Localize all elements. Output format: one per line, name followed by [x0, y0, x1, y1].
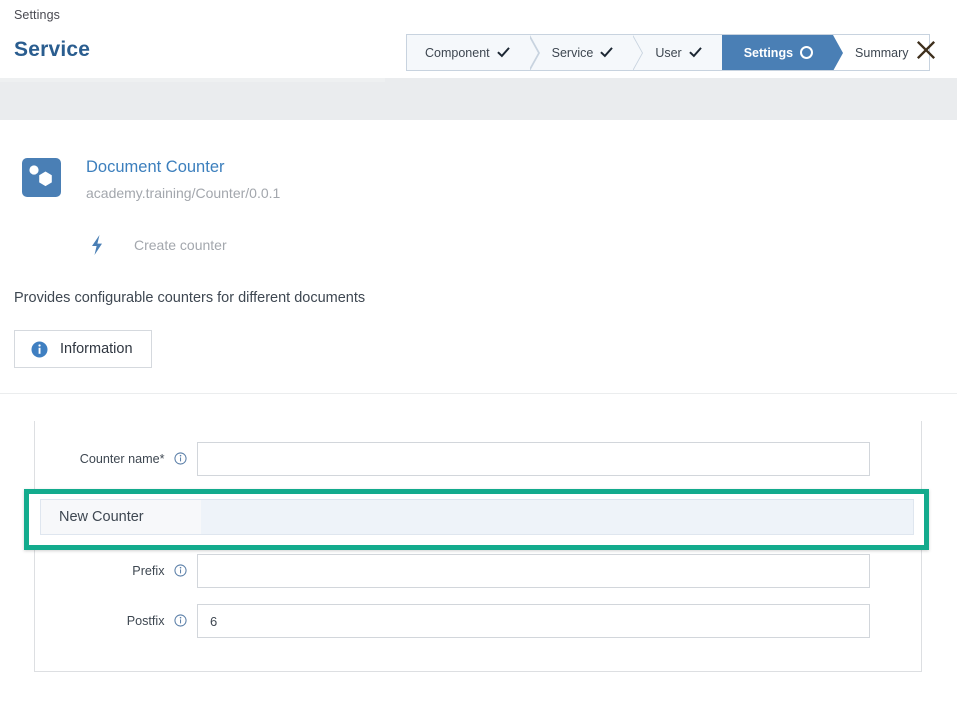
information-button[interactable]: Information	[14, 330, 152, 368]
wizard-steps: Component Service User Settings Summary	[406, 34, 930, 71]
section-divider	[0, 393, 957, 394]
wizard-step-service[interactable]: Service	[529, 35, 644, 70]
check-icon	[496, 46, 510, 59]
check-icon	[688, 46, 702, 59]
close-icon	[915, 39, 937, 66]
counter-name-label: Counter name*	[1, 452, 197, 466]
service-action: Create counter	[88, 234, 227, 256]
field-row-prefix: Prefix	[1, 554, 870, 588]
circle-icon	[800, 46, 814, 59]
info-outline-icon[interactable]	[174, 452, 187, 465]
close-button[interactable]	[912, 38, 940, 66]
service-identity-row: Document Counter academy.training/Counte…	[0, 120, 957, 368]
postfix-label-text: Postfix	[126, 614, 165, 628]
page-header: Settings Service Component Service User	[0, 0, 957, 78]
prefix-input[interactable]	[197, 554, 870, 588]
toolbar-band-tint	[0, 78, 385, 82]
wizard-step-settings-label: Settings	[743, 45, 794, 60]
service-settings-page: Settings Service Component Service User	[0, 0, 957, 705]
page-title: Service	[14, 38, 91, 61]
wizard-step-user-label: User	[655, 45, 682, 60]
check-icon	[600, 46, 614, 59]
lightning-bolt-icon	[88, 234, 106, 256]
service-name: Document Counter	[86, 158, 225, 176]
wizard-step-service-label: Service	[551, 45, 594, 60]
information-button-label: Information	[60, 341, 133, 357]
autocomplete-suggestion[interactable]: New Counter	[40, 499, 914, 535]
service-identifier: academy.training/Counter/0.0.1	[86, 185, 281, 201]
toolbar-band	[0, 78, 957, 120]
breadcrumb[interactable]: Settings	[14, 8, 60, 22]
service-summary: Document Counter academy.training/Counte…	[0, 120, 957, 368]
highlight-annotation: New Counter	[24, 489, 929, 550]
wizard-step-settings[interactable]: Settings	[721, 35, 844, 70]
wizard-step-component[interactable]: Component	[407, 35, 540, 70]
prefix-label-text: Prefix	[132, 564, 165, 578]
info-outline-icon[interactable]	[174, 564, 187, 577]
wizard-step-component-label: Component	[425, 45, 490, 60]
service-action-label: Create counter	[134, 237, 227, 253]
field-row-counter-name: Counter name*	[1, 442, 870, 476]
prefix-label: Prefix	[1, 564, 197, 578]
counter-name-input[interactable]	[197, 442, 870, 476]
info-circle-icon	[31, 341, 48, 358]
suggestion-label: New Counter	[59, 509, 144, 525]
postfix-label: Postfix	[1, 614, 197, 628]
hexagon-dot-icon	[22, 158, 61, 197]
field-row-postfix: Postfix	[1, 604, 870, 638]
counter-name-label-text: Counter name*	[79, 452, 165, 466]
wizard-step-user[interactable]: User	[633, 35, 732, 70]
service-description: Provides configurable counters for diffe…	[14, 290, 366, 306]
wizard-step-summary-label: Summary	[855, 45, 909, 60]
info-outline-icon[interactable]	[174, 614, 187, 627]
postfix-input[interactable]	[197, 604, 870, 638]
